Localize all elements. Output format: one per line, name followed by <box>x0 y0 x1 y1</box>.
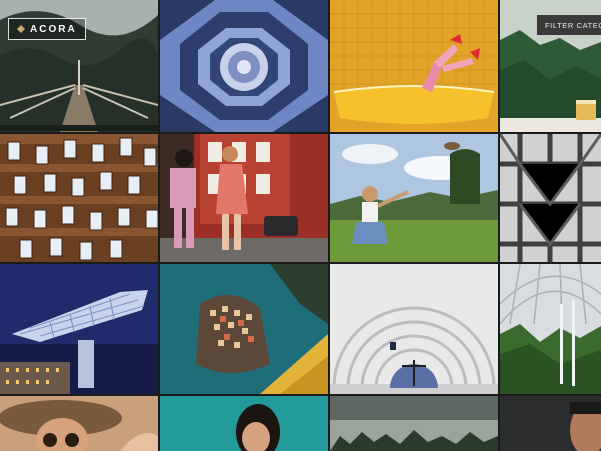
photo-tile-man-portrait[interactable] <box>500 396 601 451</box>
woman-hat-photo <box>0 396 158 451</box>
photo-tile-woman-hat[interactable] <box>0 396 158 451</box>
photo-tile-building-facade[interactable] <box>0 134 158 262</box>
dome-acrobat-photo <box>330 264 498 394</box>
steel-structure-photo <box>500 134 601 262</box>
building-facade-photo <box>0 134 158 262</box>
futuristic-building-photo <box>0 264 158 394</box>
misty-forest-photo <box>330 396 498 451</box>
greenhouse-photo <box>500 264 601 394</box>
photo-tile-woman-teal[interactable] <box>160 396 328 451</box>
filter-categories-label: FILTER CATEGO <box>545 20 601 30</box>
photo-tile-bathtub[interactable] <box>330 0 498 132</box>
photo-tile-field-girl[interactable] <box>330 134 498 262</box>
photo-tile-street-women[interactable] <box>160 134 328 262</box>
bathtub-photo <box>330 0 498 132</box>
woman-teal-photo <box>160 396 328 451</box>
octagon-ceiling-photo <box>160 0 328 132</box>
brand-logo[interactable]: ACORA <box>8 18 86 40</box>
photo-tile-octagon-ceiling[interactable] <box>160 0 328 132</box>
photo-tile-steel-structure[interactable] <box>500 134 601 262</box>
photo-tile-coastal-village[interactable] <box>160 264 328 394</box>
photo-tile-futuristic-building[interactable] <box>0 264 158 394</box>
photo-tile-greenhouse[interactable] <box>500 264 601 394</box>
photo-tile-misty-forest[interactable] <box>330 396 498 451</box>
photo-grid <box>0 0 601 451</box>
diamond-mark-icon <box>17 25 25 33</box>
photo-tile-dome-acrobat[interactable] <box>330 264 498 394</box>
man-portrait-photo <box>500 396 601 451</box>
coastal-village-photo <box>160 264 328 394</box>
filter-categories-button[interactable]: FILTER CATEGO <box>537 15 601 35</box>
field-girl-photo <box>330 134 498 262</box>
street-women-photo <box>160 134 328 262</box>
brand-name: ACORA <box>30 23 77 35</box>
